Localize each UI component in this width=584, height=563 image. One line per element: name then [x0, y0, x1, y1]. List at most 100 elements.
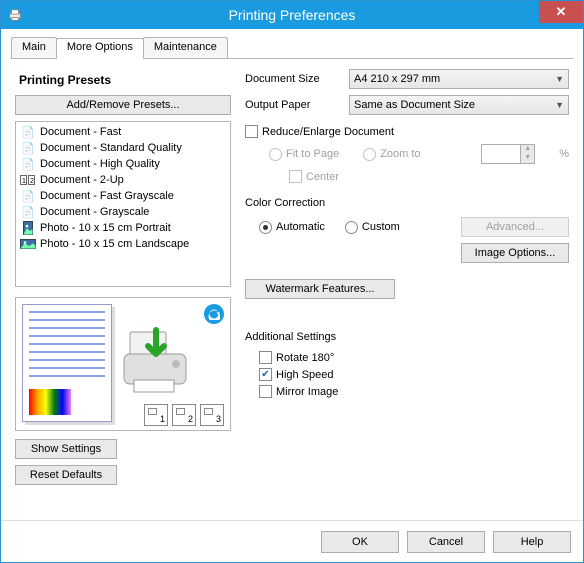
chevron-down-icon: ▼ [555, 100, 564, 110]
printing-preferences-dialog: Printing Preferences ✕ Main More Options… [0, 0, 584, 563]
add-remove-presets-button[interactable]: Add/Remove Presets... [15, 95, 231, 115]
percent-label: % [559, 148, 569, 160]
cancel-button[interactable]: Cancel [407, 531, 485, 553]
left-buttons: Show Settings Reset Defaults [15, 439, 231, 485]
close-icon: ✕ [556, 4, 567, 20]
tab-more-options[interactable]: More Options [56, 38, 144, 59]
radio-circle [269, 148, 282, 161]
output-paper-combo[interactable]: Same as Document Size ▼ [349, 95, 569, 115]
color-automatic-radio[interactable]: Automatic [259, 221, 325, 234]
color-correction-title: Color Correction [245, 197, 569, 209]
reduce-enlarge-label: Reduce/Enlarge Document [262, 126, 394, 138]
preset-label: Document - Grayscale [40, 206, 149, 218]
help-button[interactable]: Help [493, 531, 571, 553]
additional-settings-title: Additional Settings [245, 331, 569, 343]
output-paper-label: Output Paper [245, 99, 341, 111]
tab-main[interactable]: Main [11, 37, 57, 58]
checkbox-box [259, 351, 272, 364]
reset-defaults-button[interactable]: Reset Defaults [15, 465, 117, 485]
spin-up-icon: ▲ [521, 145, 534, 154]
watermark-row: Watermark Features... [245, 279, 569, 299]
document-size-label: Document Size [245, 73, 341, 85]
list-item[interactable]: 12 Document - 2-Up [18, 172, 228, 188]
rotate-label: Rotate 180° [276, 352, 334, 364]
center-row: Center [245, 170, 569, 183]
two-up-icon: 12 [20, 173, 36, 187]
custom-label: Custom [362, 221, 400, 233]
list-item[interactable]: Photo - 10 x 15 cm Landscape [18, 236, 228, 252]
preset-label: Photo - 10 x 15 cm Landscape [40, 238, 189, 250]
sync-icon [204, 304, 224, 324]
spin-down-icon: ▼ [521, 154, 534, 163]
page-layout-thumbnails [144, 404, 224, 426]
photo-landscape-icon [20, 237, 36, 251]
window-title: Printing Preferences [1, 7, 583, 23]
doc-icon: 📄 [20, 125, 36, 139]
list-item[interactable]: 📄 Document - Standard Quality [18, 140, 228, 156]
list-item[interactable]: 📄Document - Fast [18, 124, 228, 140]
zoom-label: Zoom to [380, 148, 420, 160]
advanced-button: Advanced... [461, 217, 569, 237]
document-size-row: Document Size A4 210 x 297 mm ▼ [245, 69, 569, 89]
list-item[interactable]: Photo - 10 x 15 cm Portrait [18, 220, 228, 236]
client-area: Main More Options Maintenance Printing P… [1, 29, 583, 562]
thumb-3 [200, 404, 224, 426]
doc-gray-icon: 📄 [20, 205, 36, 219]
page-preview [22, 304, 112, 422]
image-options-row: Image Options... [245, 243, 569, 263]
image-options-button[interactable]: Image Options... [461, 243, 569, 263]
ok-button[interactable]: OK [321, 531, 399, 553]
close-button[interactable]: ✕ [539, 1, 583, 23]
center-label: Center [306, 171, 339, 183]
watermark-features-button[interactable]: Watermark Features... [245, 279, 395, 299]
checkbox-box [245, 125, 258, 138]
preset-label: Document - High Quality [40, 158, 160, 170]
thumb-1 [144, 404, 168, 426]
center-checkbox: Center [289, 170, 339, 183]
checkbox-box [259, 385, 272, 398]
zoom-value [482, 145, 520, 163]
high-speed-checkbox[interactable]: ✔ High Speed [259, 368, 569, 381]
doc-gray-icon: 📄 [20, 189, 36, 203]
document-size-combo[interactable]: A4 210 x 297 mm ▼ [349, 69, 569, 89]
svg-text:1: 1 [22, 178, 26, 185]
radio-circle [345, 221, 358, 234]
color-correction-row: Automatic Custom Advanced... [245, 217, 569, 237]
preset-label: Document - Fast Grayscale [40, 190, 174, 202]
mirror-image-checkbox[interactable]: Mirror Image [259, 385, 569, 398]
preview-pane [15, 297, 231, 431]
right-column: Document Size A4 210 x 297 mm ▼ Output P… [245, 69, 569, 485]
mirror-label: Mirror Image [276, 386, 338, 398]
titlebar: Printing Preferences ✕ [1, 1, 583, 29]
svg-text:2: 2 [30, 178, 34, 185]
preset-label: Photo - 10 x 15 cm Portrait [40, 222, 171, 234]
list-item[interactable]: 📄 Document - Grayscale [18, 204, 228, 220]
photo-portrait-icon [20, 221, 36, 235]
show-settings-button[interactable]: Show Settings [15, 439, 117, 459]
checkbox-box: ✔ [259, 368, 272, 381]
printer-image [118, 324, 198, 404]
more-options-panel: Printing Presets Add/Remove Presets... 📄… [11, 59, 573, 489]
doc-icon: 📄 [20, 141, 36, 155]
preset-label: Document - 2-Up [40, 174, 124, 186]
doc-icon: 📄 [20, 157, 36, 171]
presets-list[interactable]: 📄Document - Fast 📄 Document - Standard Qu… [15, 121, 231, 287]
reduce-enlarge-checkbox[interactable]: Reduce/Enlarge Document [245, 125, 569, 138]
left-column: Printing Presets Add/Remove Presets... 📄… [15, 69, 231, 485]
zoom-to-radio: Zoom to [363, 148, 420, 161]
document-size-value: A4 210 x 297 mm [354, 73, 440, 85]
highspeed-label: High Speed [276, 369, 334, 381]
radio-circle [363, 148, 376, 161]
dialog-footer: OK Cancel Help [1, 520, 583, 562]
rotate-180-checkbox[interactable]: Rotate 180° [259, 351, 569, 364]
color-custom-radio[interactable]: Custom [345, 221, 400, 234]
tab-maintenance[interactable]: Maintenance [143, 37, 228, 58]
tabstrip: Main More Options Maintenance [11, 37, 573, 59]
preset-label: Document - Standard Quality [40, 142, 182, 154]
radio-circle [259, 221, 272, 234]
automatic-label: Automatic [276, 221, 325, 233]
presets-heading: Printing Presets [19, 73, 231, 87]
list-item[interactable]: 📄 Document - High Quality [18, 156, 228, 172]
list-item[interactable]: 📄 Document - Fast Grayscale [18, 188, 228, 204]
zoom-spinner: ▲▼ [481, 144, 535, 164]
